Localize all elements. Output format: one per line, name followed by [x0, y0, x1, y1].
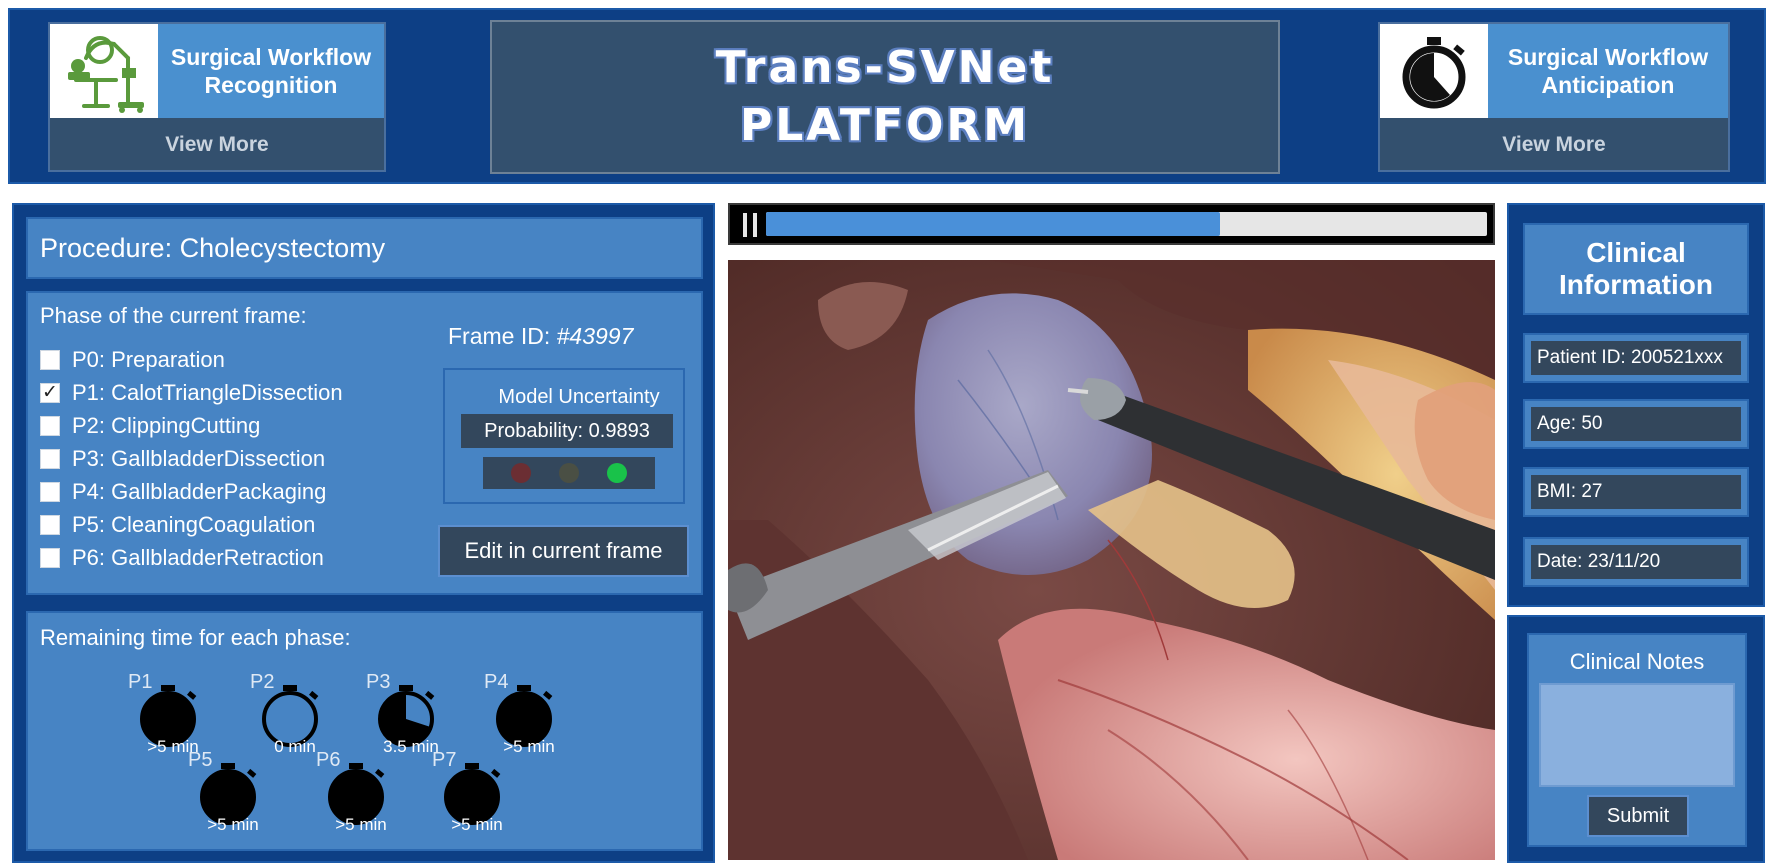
- phase-timer-p1: P1 >5 min: [128, 671, 218, 761]
- clinical-notes-box: Clinical Notes Submit: [1527, 633, 1747, 847]
- procedure-label: Procedure: Cholecystectomy: [40, 233, 386, 263]
- phase-item-p0[interactable]: P0: Preparation: [40, 343, 343, 376]
- frame-id: Frame ID: #43997: [448, 323, 633, 350]
- phase-checkbox[interactable]: [40, 514, 60, 535]
- recognition-view-more-link[interactable]: View More: [50, 118, 384, 172]
- anticipation-card[interactable]: Surgical Workflow Anticipation View More: [1378, 22, 1730, 172]
- recognition-card-top: Surgical Workflow Recognition: [50, 24, 384, 118]
- platform-title-line2: PLATFORM: [739, 100, 1031, 151]
- stopwatch-icon: [1380, 24, 1488, 118]
- patient-id-field: Patient ID: 200521xxx: [1523, 333, 1749, 383]
- patient-id-value: Patient ID: 200521xxx: [1531, 341, 1741, 375]
- clinical-notes-title: Clinical Notes: [1569, 649, 1705, 674]
- timer-remaining-value: >5 min: [335, 815, 387, 834]
- date-value: Date: 23/11/20: [1531, 545, 1741, 579]
- bmi-field: BMI: 27: [1523, 467, 1749, 517]
- date-field: Date: 23/11/20: [1523, 537, 1749, 587]
- phase-checkbox[interactable]: [40, 448, 60, 469]
- progress-fill: [766, 212, 1221, 236]
- timer-phase-label: P1: [128, 671, 153, 693]
- phase-item-p3[interactable]: P3: GallbladderDissection: [40, 442, 343, 475]
- timer-phase-label: P2: [250, 671, 275, 693]
- phase-item-p1[interactable]: ✓ P1: CalotTriangleDissection: [40, 376, 343, 409]
- uncertainty-lights: [483, 457, 655, 489]
- probability-readout: Probability: 0.9893: [461, 414, 673, 448]
- phase-timer-p5: P5 >5 min: [188, 749, 278, 839]
- phase-label: P0: Preparation: [72, 346, 225, 372]
- timer-phase-label: P4: [484, 671, 509, 693]
- phase-label: P5: CleaningCoagulation: [72, 511, 316, 537]
- anticipation-title-line2: Anticipation: [1541, 72, 1675, 98]
- clinical-information-panel: Clinical Information Patient ID: 200521x…: [1507, 203, 1765, 607]
- timer-phase-label: P6: [316, 749, 341, 771]
- procedure-box: Procedure: Cholecystectomy: [26, 217, 703, 279]
- phase-checkbox[interactable]: [40, 481, 60, 502]
- surgical-video-frame[interactable]: [728, 260, 1495, 860]
- phase-timer-p2: P2 0 min: [250, 671, 340, 761]
- recognition-title-line2: Recognition: [204, 72, 338, 98]
- bmi-value: BMI: 27: [1531, 475, 1741, 509]
- recognition-title: Surgical Workflow Recognition: [158, 43, 384, 99]
- frame-id-value: #43997: [556, 323, 634, 349]
- phase-timer-p6: P6 >5 min: [316, 749, 406, 839]
- anticipation-title: Surgical Workflow Anticipation: [1488, 43, 1728, 99]
- video-progress-bar[interactable]: [728, 203, 1495, 245]
- phase-label: P4: GallbladderPackaging: [72, 478, 327, 504]
- age-value: Age: 50: [1531, 407, 1741, 441]
- anticipation-view-more-link[interactable]: View More: [1380, 118, 1728, 172]
- pause-icon[interactable]: [740, 213, 760, 237]
- green-light-indicator: [607, 463, 627, 483]
- phase-timer-p7: P7 >5 min: [432, 749, 522, 839]
- anticipation-title-line1: Surgical Workflow: [1507, 44, 1709, 70]
- progress-track[interactable]: [766, 212, 1487, 236]
- phase-checkbox[interactable]: [40, 547, 60, 568]
- phase-box: Phase of the current frame: P0: Preparat…: [26, 291, 703, 595]
- surgical-scene-image: [728, 260, 1495, 860]
- phase-checkbox[interactable]: [40, 415, 60, 436]
- clinical-notes-input[interactable]: [1539, 683, 1735, 787]
- phase-item-p2[interactable]: P2: ClippingCutting: [40, 409, 343, 442]
- phase-label: P6: GallbladderRetraction: [72, 544, 324, 570]
- phase-label: P1: CalotTriangleDissection: [72, 379, 343, 405]
- timer-phase-label: P3: [366, 671, 391, 693]
- surgical-robot-icon: [50, 24, 158, 118]
- timer-remaining-value: >5 min: [451, 815, 503, 834]
- left-panel: Procedure: Cholecystectomy Phase of the …: [12, 203, 715, 863]
- clinical-notes-panel: Clinical Notes Submit: [1507, 615, 1765, 863]
- phase-label: P2: ClippingCutting: [72, 412, 261, 438]
- yellow-light-indicator: [559, 463, 579, 483]
- phase-timer-p3: P3 3.5 min: [366, 671, 456, 761]
- phase-item-p6[interactable]: P6: GallbladderRetraction: [40, 541, 343, 574]
- header-bar: Surgical Workflow Recognition View More …: [8, 8, 1766, 184]
- anticipation-card-top: Surgical Workflow Anticipation: [1380, 24, 1728, 118]
- timer-phase-label: P5: [188, 749, 213, 771]
- timer-remaining-value: >5 min: [207, 815, 259, 834]
- platform-title: Trans-SVNet PLATFORM: [490, 20, 1280, 174]
- phase-item-p4[interactable]: P4: GallbladderPackaging: [40, 475, 343, 508]
- remaining-time-heading: Remaining time for each phase:: [40, 625, 351, 650]
- model-uncertainty-box: Model Uncertainty Probability: 0.9893: [443, 368, 685, 504]
- edit-current-frame-button[interactable]: Edit in current frame: [438, 525, 689, 577]
- phase-heading: Phase of the current frame:: [40, 303, 307, 328]
- clinical-information-title: Clinical Information: [1523, 223, 1749, 315]
- model-uncertainty-title: Model Uncertainty: [498, 386, 660, 408]
- phase-checkbox[interactable]: [40, 349, 60, 370]
- submit-button[interactable]: Submit: [1587, 795, 1689, 837]
- frame-id-prefix: Frame ID:: [448, 323, 557, 349]
- age-field: Age: 50: [1523, 399, 1749, 449]
- remaining-time-box: Remaining time for each phase: P1 >5 min P…: [26, 611, 703, 851]
- recognition-title-line1: Surgical Workflow: [170, 44, 372, 70]
- phase-label: P3: GallbladderDissection: [72, 445, 326, 471]
- phase-timer-p4: P4 >5 min: [484, 671, 574, 761]
- recognition-card[interactable]: Surgical Workflow Recognition View More: [48, 22, 386, 172]
- phase-item-p5[interactable]: P5: CleaningCoagulation: [40, 508, 343, 541]
- phase-list: P0: Preparation ✓ P1: CalotTriangleDissect…: [40, 343, 343, 574]
- red-light-indicator: [511, 463, 531, 483]
- platform-title-line1: Trans-SVNet: [715, 42, 1055, 93]
- timer-phase-label: P7: [432, 749, 457, 771]
- phase-checkbox[interactable]: ✓: [40, 382, 60, 403]
